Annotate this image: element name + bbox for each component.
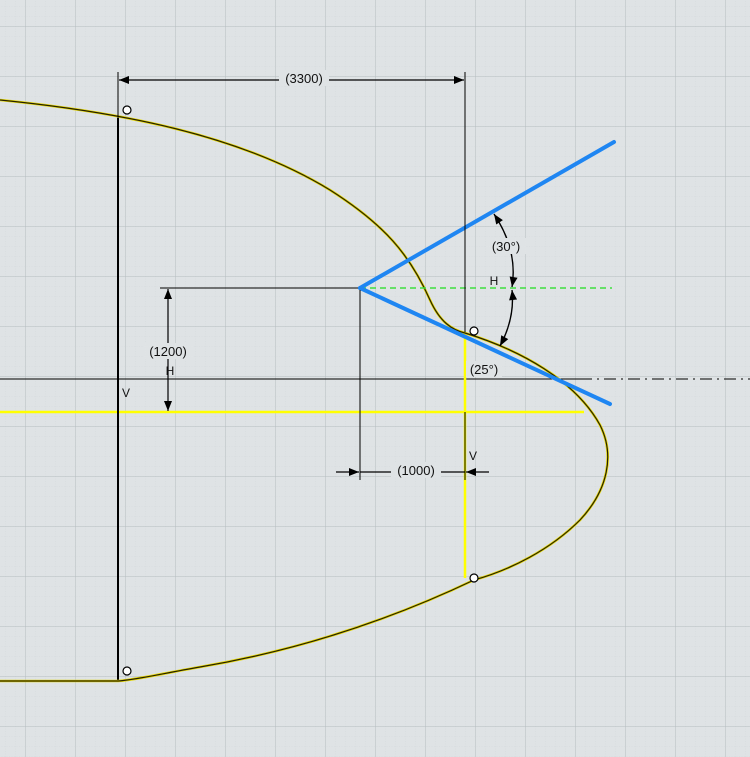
sketch-canvas[interactable]: (3300) (1200) H (1000) V (30°) H (25°) V [0,0,750,757]
vertical-constraint-1000[interactable]: V [469,449,477,463]
angle-25-label[interactable]: (25°) [470,362,498,377]
angle-30-label[interactable]: (30°) [492,239,520,254]
horizontal-constraint-1200[interactable]: H [166,364,175,378]
point-marker-intersection[interactable] [469,326,479,336]
point-marker-top-left[interactable] [122,105,132,115]
vertical-constraint-left[interactable]: V [122,386,130,400]
dim-1200-label[interactable]: (1200) [149,344,187,359]
dim-1000-label[interactable]: (1000) [397,463,435,478]
dim-3300-label[interactable]: (3300) [285,71,323,86]
point-marker-yellow-bottom[interactable] [469,573,479,583]
point-marker-bottom-left[interactable] [122,666,132,676]
horizontal-constraint-green[interactable]: H [490,274,499,288]
